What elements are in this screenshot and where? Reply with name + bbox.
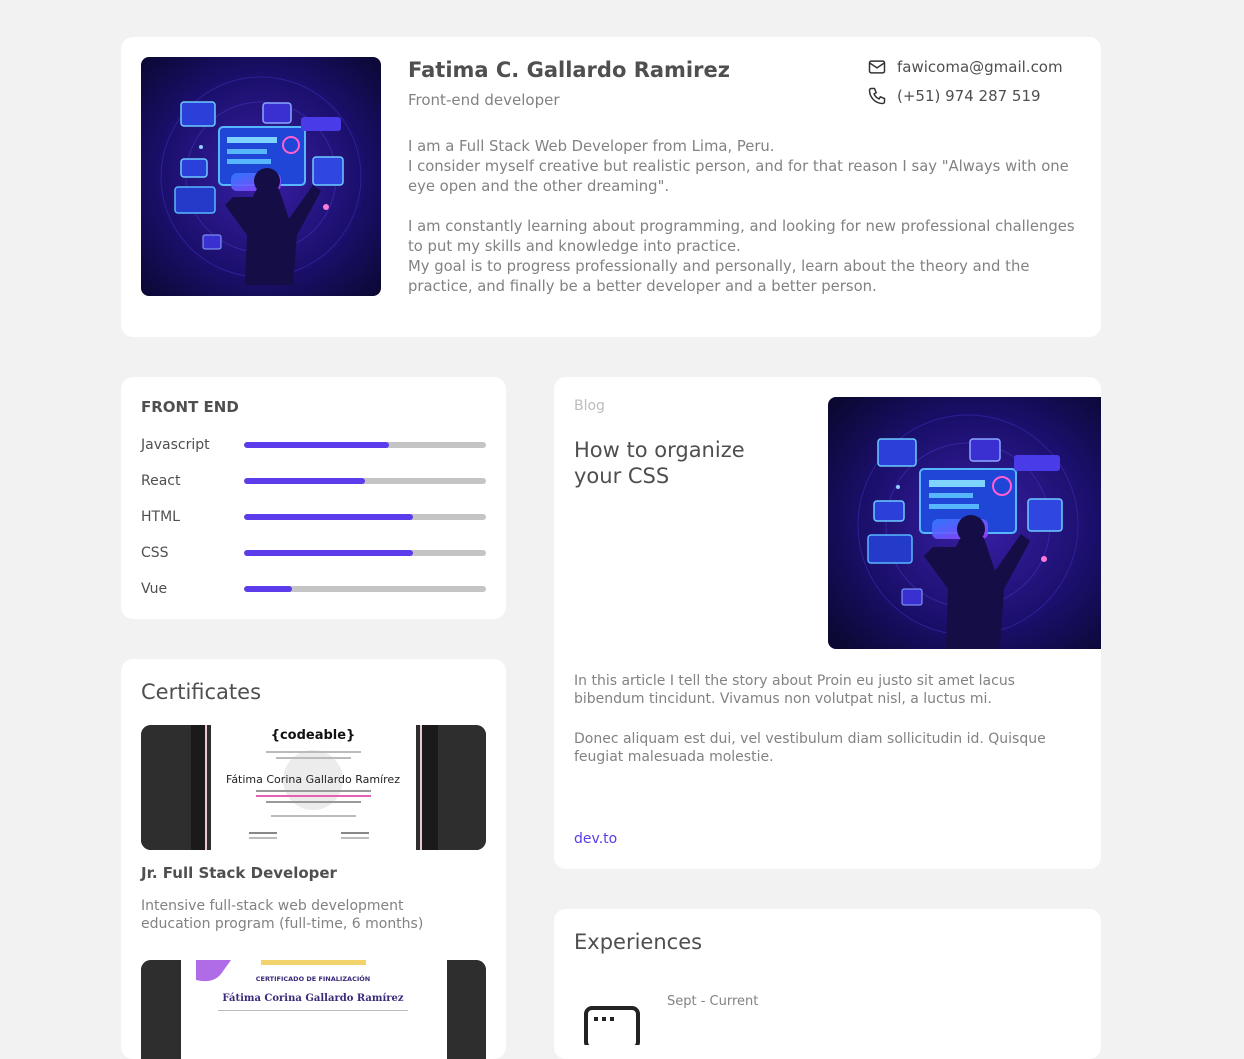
skill-name: Javascript (141, 437, 210, 453)
skill-bar-track (244, 514, 486, 520)
phone-icon (868, 87, 886, 105)
certificate-name: Jr. Full Stack Developer (141, 864, 337, 882)
bio-line: I am a Full Stack Web Developer from Lim… (408, 138, 775, 155)
profile-role: Front-end developer (408, 91, 560, 109)
skill-bar-fill (244, 514, 414, 520)
experience-date: Sept - Current (667, 994, 759, 1009)
company-logo-icon (584, 1005, 640, 1050)
skill-bar-track (244, 586, 486, 592)
skill-row: Vue (141, 580, 486, 600)
skill-bar-fill (244, 442, 390, 448)
skill-bar-fill (244, 550, 414, 556)
certificate-image[interactable]: {codeable} Fátima Corina Gallardo Ramíre… (141, 725, 486, 850)
skill-row: HTML (141, 508, 486, 528)
email-text: fawicoma@gmail.com (897, 58, 1063, 76)
skill-bar-fill (244, 478, 365, 484)
contact-phone[interactable]: (+51) 974 287 519 (867, 86, 1041, 106)
certificate-description: Intensive full-stack web development edu… (141, 898, 424, 932)
skill-bar-track (244, 478, 486, 484)
skill-name: HTML (141, 509, 180, 525)
blog-excerpt: In this article I tell the story about P… (574, 672, 1079, 788)
skill-row: Javascript (141, 436, 486, 456)
profile-bio: I am a Full Stack Web Developer from Lim… (408, 137, 1078, 297)
certificates-card: Certificates {codeable} Fátima Corina Ga… (121, 659, 506, 1059)
bio-line: I am constantly learning about programmi… (408, 218, 1075, 255)
experiences-title: Experiences (574, 930, 703, 954)
skill-row: CSS (141, 544, 486, 564)
experiences-card: Experiences Sept - Current (554, 909, 1101, 1059)
blog-label: Blog (574, 398, 605, 414)
bio-line: My goal is to progress professionally an… (408, 258, 1030, 295)
certificate-heading: CERTIFICADO DE FINALIZACIÓN (256, 974, 371, 983)
certificate-image[interactable]: CERTIFICADO DE FINALIZACIÓN Fátima Corin… (141, 960, 486, 1059)
mail-icon (868, 60, 886, 74)
blog-paragraph: In this article I tell the story about P… (574, 673, 1015, 707)
skill-bar-track (244, 442, 486, 448)
skill-name: React (141, 473, 181, 489)
blog-paragraph: Donec aliquam est dui, vel vestibulum di… (574, 731, 1046, 765)
skill-name: CSS (141, 545, 169, 561)
bio-line: I consider myself creative but realistic… (408, 158, 1069, 195)
profile-illustration (141, 57, 381, 296)
certificate-recipient: Fátima Corina Gallardo Ramírez (226, 773, 400, 786)
certificates-title: Certificates (141, 680, 262, 704)
blog-illustration (828, 397, 1101, 649)
profile-name: Fatima C. Gallardo Ramirez (408, 58, 730, 82)
certificate-brand: {codeable} (271, 728, 356, 743)
phone-text: (+51) 974 287 519 (897, 87, 1041, 105)
skill-bar-fill (244, 586, 293, 592)
skills-card: FRONT END Javascript React HTML CSS Vue (121, 377, 506, 619)
skill-row: React (141, 472, 486, 492)
certificate-recipient: Fátima Corina Gallardo Ramírez (222, 993, 403, 1004)
skill-bar-track (244, 550, 486, 556)
blog-card: Blog How to organize your CSS In this ar… (554, 377, 1101, 869)
blog-title[interactable]: How to organize your CSS (574, 437, 764, 489)
blog-link[interactable]: dev.to (574, 831, 617, 847)
skills-title: FRONT END (141, 398, 239, 416)
contact-email[interactable]: fawicoma@gmail.com (867, 57, 1063, 77)
skill-name: Vue (141, 581, 168, 597)
profile-card: Fatima C. Gallardo Ramirez Front-end dev… (121, 37, 1101, 337)
